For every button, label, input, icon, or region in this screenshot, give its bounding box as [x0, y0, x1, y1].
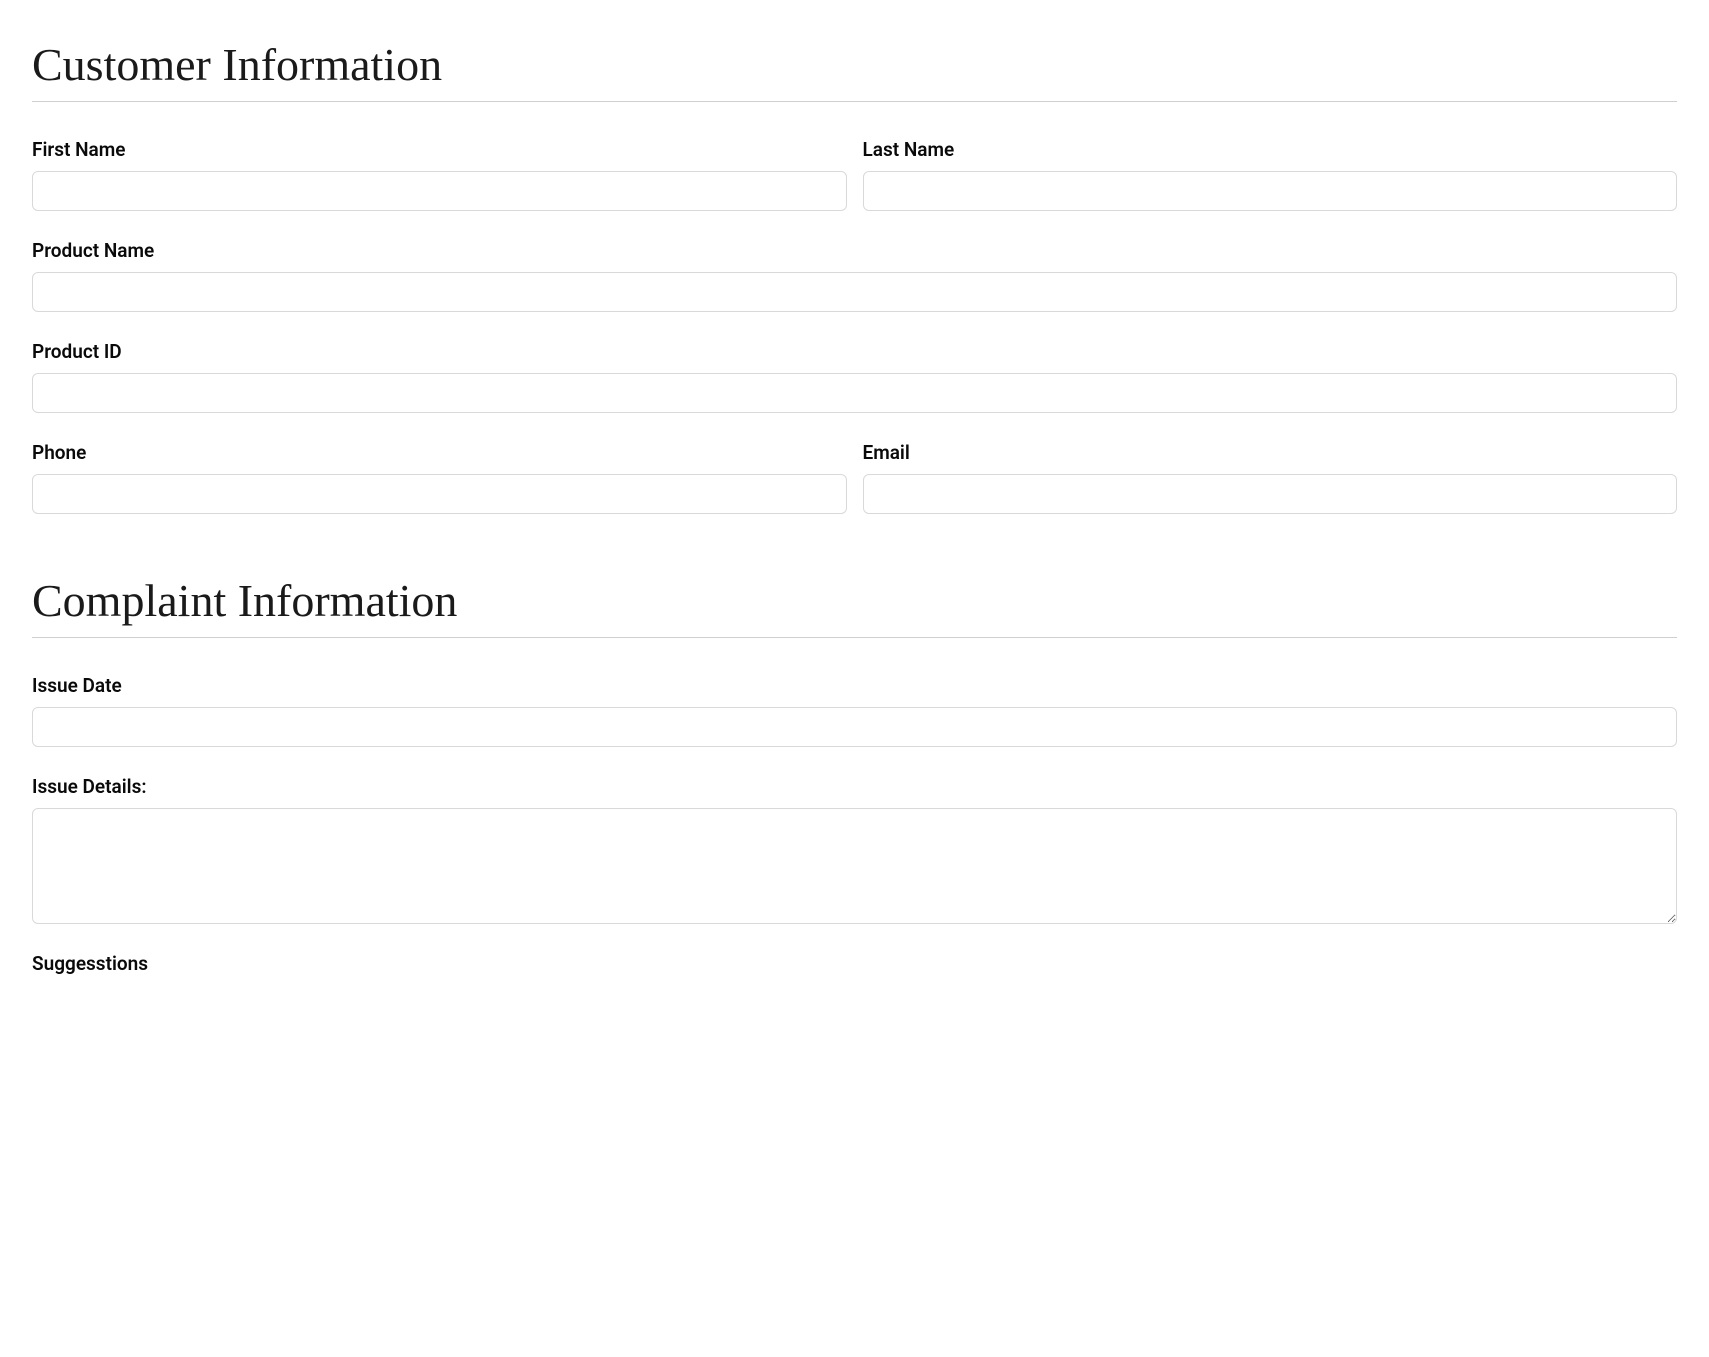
product-id-input[interactable] [32, 373, 1677, 413]
customer-info-title: Customer Information [32, 38, 1677, 91]
product-name-input[interactable] [32, 272, 1677, 312]
row-product-name: Product Name [32, 239, 1677, 312]
issue-date-field: Issue Date [32, 674, 1677, 747]
suggestions-field: Suggesstions [32, 952, 1677, 985]
row-phone-email: Phone Email [32, 441, 1677, 514]
last-name-label: Last Name [863, 138, 1678, 161]
last-name-input[interactable] [863, 171, 1678, 211]
row-product-id: Product ID [32, 340, 1677, 413]
issue-details-textarea[interactable] [32, 808, 1677, 924]
last-name-field: Last Name [863, 138, 1678, 211]
email-input[interactable] [863, 474, 1678, 514]
email-label: Email [863, 441, 1678, 464]
product-name-field: Product Name [32, 239, 1677, 312]
phone-label: Phone [32, 441, 847, 464]
row-suggestions: Suggesstions [32, 952, 1677, 985]
product-id-label: Product ID [32, 340, 1677, 363]
suggestions-label: Suggesstions [32, 952, 1677, 975]
row-issue-date: Issue Date [32, 674, 1677, 747]
phone-field: Phone [32, 441, 847, 514]
row-issue-details: Issue Details: [32, 775, 1677, 924]
product-id-field: Product ID [32, 340, 1677, 413]
product-name-label: Product Name [32, 239, 1677, 262]
complaint-section-divider [32, 637, 1677, 638]
issue-date-label: Issue Date [32, 674, 1677, 697]
first-name-label: First Name [32, 138, 847, 161]
complaint-info-title: Complaint Information [32, 574, 1677, 627]
first-name-field: First Name [32, 138, 847, 211]
email-field: Email [863, 441, 1678, 514]
issue-details-field: Issue Details: [32, 775, 1677, 924]
customer-section-divider [32, 101, 1677, 102]
first-name-input[interactable] [32, 171, 847, 211]
issue-date-input[interactable] [32, 707, 1677, 747]
phone-input[interactable] [32, 474, 847, 514]
row-first-last-name: First Name Last Name [32, 138, 1677, 211]
issue-details-label: Issue Details: [32, 775, 1677, 798]
